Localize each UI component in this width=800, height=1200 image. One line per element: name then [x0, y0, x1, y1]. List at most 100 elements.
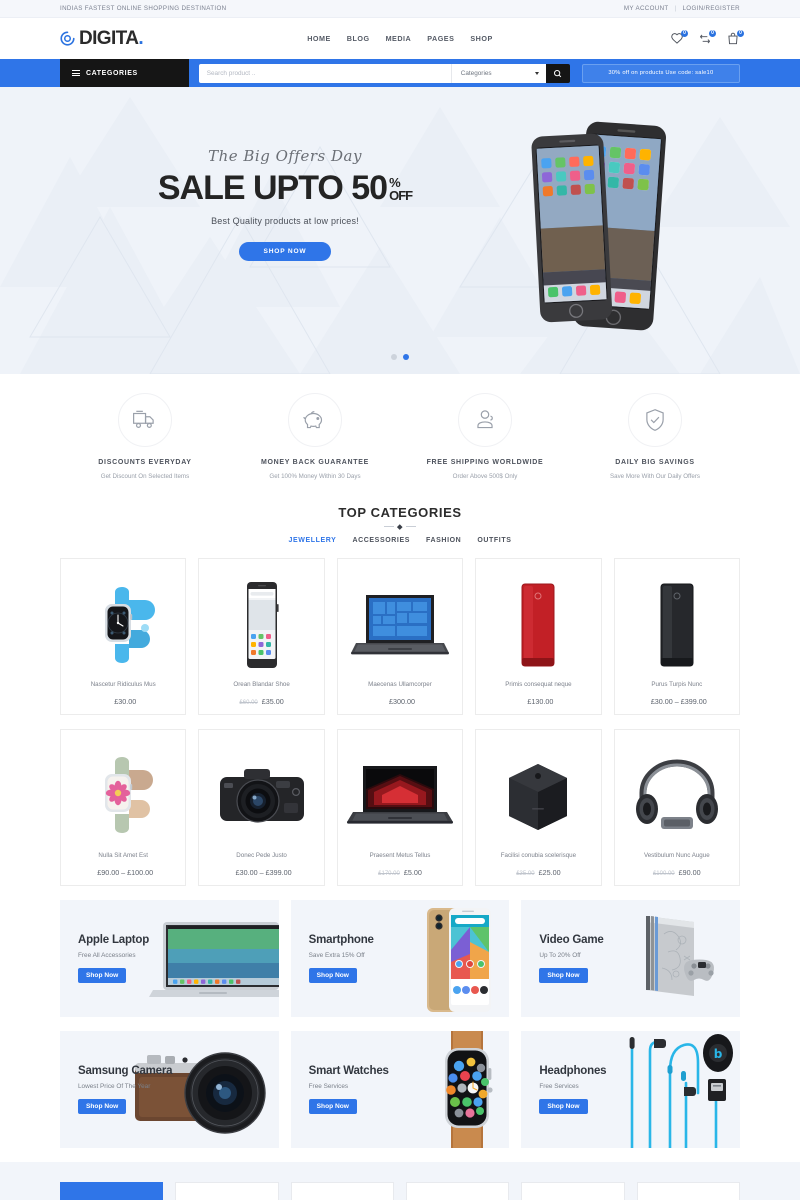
page-root: INDIAS FASTEST ONLINE SHOPPING DESTINATI…	[0, 0, 800, 1200]
hero-percent-symbol: %	[389, 174, 401, 190]
promo-shop-now-button[interactable]: Shop Now	[78, 1098, 127, 1114]
promo-card-apple-laptop[interactable]: Apple Laptop Free All Accessories Shop N…	[60, 899, 279, 1017]
product-card[interactable]: Donec Pede Justo £30.00 – £399.00	[198, 728, 325, 886]
promo-card-title: Smartphone	[308, 933, 374, 946]
promo-card-subtitle: Free Services	[539, 1082, 579, 1090]
cart-icon[interactable]: 0	[726, 29, 744, 46]
promo-shop-now-button[interactable]: Shop Now	[78, 967, 127, 983]
search-input[interactable]	[198, 63, 451, 83]
promo-code-text: 30% off on products Use code: sale10	[608, 70, 714, 76]
bottom-tab-2[interactable]	[175, 1181, 279, 1200]
nav-item-blog[interactable]: BLOG	[347, 34, 370, 43]
product-name: Purus Turpis Nunc	[651, 680, 703, 688]
tab-accessories[interactable]: ACCESSORIES	[352, 537, 410, 544]
feature-title: DISCOUNTS EVERYDAY	[98, 459, 192, 466]
site-logo[interactable]: DIGITA.	[60, 28, 144, 49]
product-card[interactable]: Orean Blandar Shoe £60.00 £35.00	[198, 557, 325, 715]
product-name: Orean Blandar Shoe	[233, 680, 290, 688]
product-card[interactable]: Nascetur Ridiculus Mus £30.00	[60, 557, 187, 715]
promo-card-title: Samsung Camera	[78, 1064, 173, 1077]
promo-card-title: Apple Laptop	[78, 933, 150, 946]
headphones-silver-image	[621, 740, 733, 852]
svg-text:b: b	[714, 1047, 723, 1061]
product-card[interactable]: Nulla Sit Amet Est £90.00 – £100.00	[60, 728, 187, 886]
promo-card-text: Apple Laptop Free All Accessories Shop N…	[60, 934, 149, 983]
product-card[interactable]: Vestibulum Nunc Augue £100.00 £90.00	[613, 728, 740, 886]
promo-shop-now-button[interactable]: Shop Now	[308, 1098, 357, 1114]
product-card[interactable]: Maecenas Ullamcorper £300.00	[336, 557, 464, 715]
search-submit-button[interactable]	[545, 63, 570, 83]
bottom-tabs	[0, 1162, 800, 1200]
tab-jewellery[interactable]: JEWELLERY	[289, 537, 337, 544]
promo-card-video-game[interactable]: Video Game Up To 20% Off Shop Now	[521, 899, 740, 1017]
promo-card-smart-watches[interactable]: Smart Watches Free Services Shop Now	[290, 1030, 510, 1148]
promo-card-text: Video Game Up To 20% Off Shop Now	[521, 934, 604, 983]
login-register-link[interactable]: LOGIN/REGISTER	[682, 5, 740, 12]
promo-code-banner[interactable]: 30% off on products Use code: sale10	[581, 63, 740, 83]
hero-shop-now-button[interactable]: SHOP NOW	[239, 242, 331, 261]
nav-item-pages[interactable]: PAGES	[427, 34, 454, 43]
android-phone-white-image	[205, 569, 317, 681]
hard-drive-red-image	[482, 569, 594, 681]
product-card[interactable]: Praesent Metus Tellus £170.00 £5.00	[336, 728, 464, 886]
feature-daily-big-savings: DAILY BIG SAVINGS Save More With Our Dai…	[570, 393, 740, 480]
promo-card-subtitle: Free Services	[308, 1082, 349, 1090]
promo-card-headphones[interactable]: Headphones Free Services Shop Now b	[521, 1030, 740, 1148]
feature-title: DAILY BIG SAVINGS	[615, 459, 695, 466]
logo-dot: .	[138, 28, 144, 49]
promo-shop-now-button[interactable]: Shop Now	[539, 967, 588, 983]
my-account-link[interactable]: MY ACCOUNT	[624, 5, 669, 12]
smartwatch-blue-band-image	[67, 569, 179, 681]
product-current-price: £25.00	[538, 867, 561, 877]
promo-card-text: Headphones Free Services Shop Now	[521, 1065, 607, 1114]
product-name: Nulla Sit Amet Est	[98, 851, 148, 859]
nav-item-home[interactable]: HOME	[307, 34, 331, 43]
feature-discounts-everyday: DISCOUNTS EVERYDAY Get Discount On Selec…	[60, 393, 230, 480]
product-card[interactable]: Primis consequat neque £130.00	[475, 557, 602, 715]
product-old-price: £170.00	[378, 870, 400, 877]
feature-money-back-guarantee: MONEY BACK GUARANTEE Get 100% Money With…	[230, 393, 400, 480]
product-price: £90.00 – £100.00	[93, 868, 153, 877]
compare-icon[interactable]: 0	[698, 29, 716, 46]
search-category-select[interactable]: Categories	[450, 63, 546, 83]
top-categories-header: TOP CATEGORIES JEWELLERY ACCESSORIES FAS…	[0, 499, 800, 544]
hero-title-text: SALE UPTO 50	[157, 169, 388, 207]
logo-text: DIGITA.	[79, 28, 144, 49]
product-old-price: £60.00	[239, 699, 258, 706]
product-current-price: £130.00	[527, 696, 554, 706]
product-name: Donec Pede Justo	[236, 851, 287, 859]
nav-item-shop[interactable]: SHOP	[470, 34, 492, 43]
bottom-tab-6[interactable]	[636, 1181, 740, 1200]
slider-dot-2[interactable]	[403, 354, 409, 360]
dslr-camera-image	[205, 740, 317, 852]
promo-shop-now-button[interactable]: Shop Now	[539, 1098, 588, 1114]
bottom-tab-4[interactable]	[405, 1181, 510, 1200]
bottom-tab-5[interactable]	[521, 1181, 625, 1200]
promo-card-samsung-camera[interactable]: Samsung Camera Lowest Price Of The Year …	[60, 1030, 279, 1148]
shield-check-icon	[628, 393, 682, 447]
product-card[interactable]: Purus Turpis Nunc £30.00 – £399.00	[613, 557, 740, 715]
nav-item-media[interactable]: MEDIA	[386, 34, 412, 43]
site-header: DIGITA. HOME BLOG MEDIA PAGES SHOP 0 0 0	[0, 18, 800, 59]
promo-shop-now-button[interactable]: Shop Now	[308, 967, 357, 983]
promo-card-subtitle: Lowest Price Of The Year	[78, 1082, 151, 1090]
product-name: Praesent Metus Tellus	[369, 851, 431, 859]
product-price: £35.00 £25.00	[516, 868, 560, 877]
product-old-price: £35.00	[516, 870, 535, 877]
product-card[interactable]: Facilisi conubia scelerisque £35.00 £25.…	[475, 728, 602, 886]
slider-dot-1[interactable]	[391, 354, 397, 360]
bottom-tab-1[interactable]	[60, 1181, 164, 1200]
top-bar: INDIAS FASTEST ONLINE SHOPPING DESTINATI…	[0, 0, 800, 18]
product-price: £30.00	[110, 697, 136, 706]
tab-fashion[interactable]: FASHION	[426, 537, 461, 544]
truck-icon	[118, 393, 172, 447]
chevron-down-icon	[534, 71, 539, 75]
tab-outfits[interactable]: OUTFITS	[477, 537, 511, 544]
bottom-tab-3[interactable]	[290, 1181, 394, 1200]
wishlist-icon[interactable]: 0	[670, 29, 688, 46]
promo-card-smartphone[interactable]: Smartphone Save Extra 15% Off Shop Now	[290, 899, 510, 1017]
wishlist-count-badge: 0	[681, 29, 688, 37]
hero-phones-image	[525, 115, 695, 350]
categories-menu-button[interactable]: CATEGORIES	[60, 59, 189, 87]
product-current-price: £30.00	[114, 696, 137, 706]
